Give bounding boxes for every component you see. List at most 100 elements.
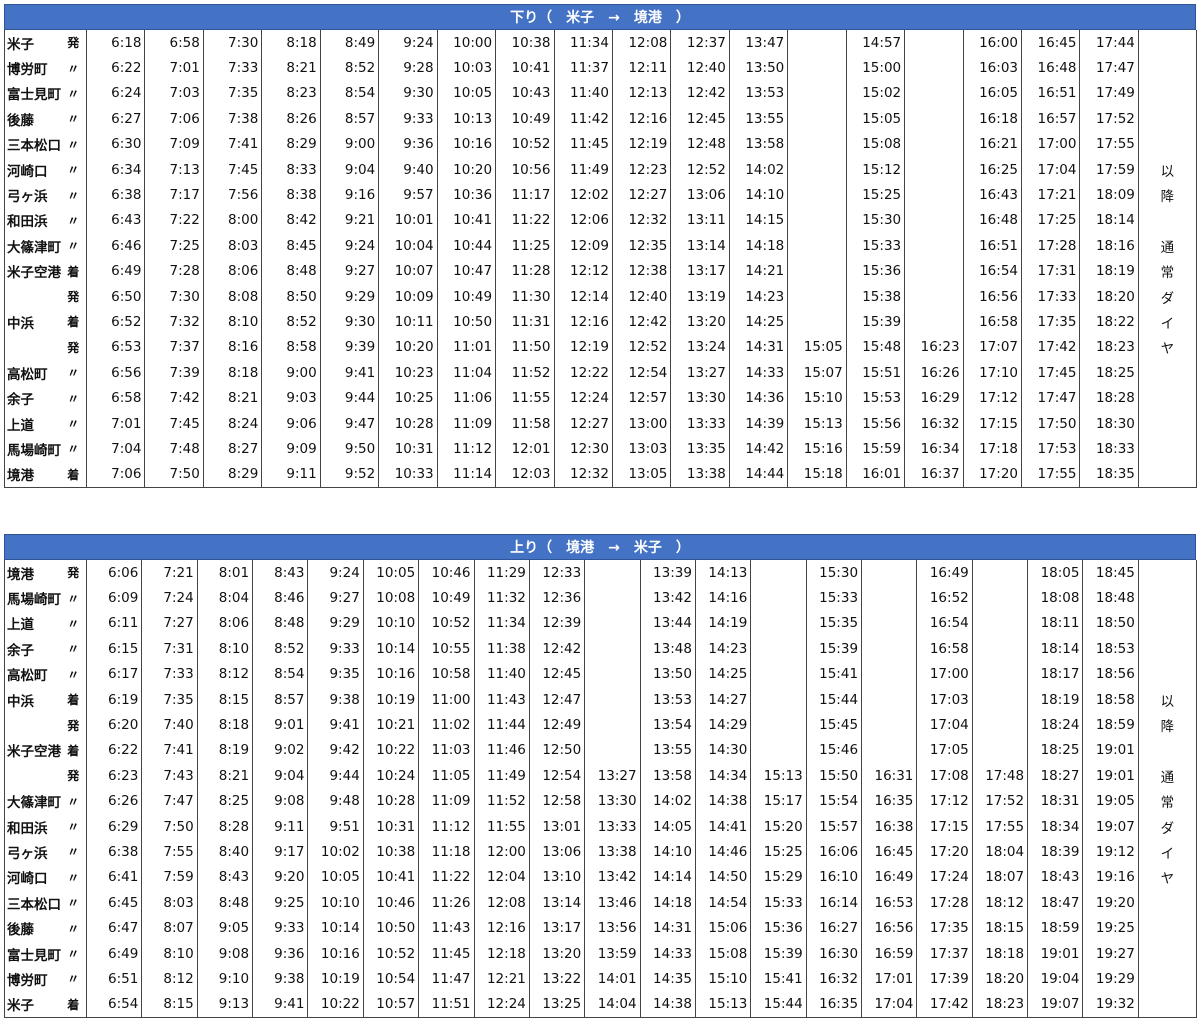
time-cell: 7:09 bbox=[144, 131, 204, 157]
time-cell: 16:10 bbox=[805, 864, 862, 891]
time-cell: 8:12 bbox=[196, 661, 253, 687]
arrive-depart-mark: 〃 bbox=[67, 163, 80, 178]
time-cell: 10:24 bbox=[362, 763, 419, 789]
time-cell bbox=[584, 686, 641, 713]
time-cell: 18:09 bbox=[1079, 182, 1139, 208]
time-cell: 14:14 bbox=[639, 864, 696, 891]
time-cell: 19:27 bbox=[1082, 940, 1139, 967]
time-cell: 11:55 bbox=[495, 385, 554, 411]
time-cell: 17:01 bbox=[861, 966, 917, 992]
time-cell: 18:24 bbox=[1027, 712, 1083, 738]
time-cell: 8:48 bbox=[261, 258, 321, 284]
note-cell: イ bbox=[1137, 839, 1197, 865]
arrive-depart-mark: 〃 bbox=[67, 794, 80, 809]
time-cell: 14:35 bbox=[639, 966, 696, 992]
time-cell: 9:02 bbox=[252, 737, 308, 764]
time-cell: 18:16 bbox=[1079, 233, 1139, 259]
time-cell: 9:44 bbox=[307, 763, 364, 789]
time-cell: 12:13 bbox=[611, 80, 671, 107]
time-cell: 18:05 bbox=[1027, 560, 1083, 586]
table-row: 米子空港着 6:22 7:41 8:19 9:02 9:42 10:22 11:03 11:46… bbox=[5, 737, 1197, 764]
time-cell: 15:25 bbox=[750, 839, 807, 865]
time-cell: 18:31 bbox=[1027, 788, 1083, 814]
time-cell: 15:08 bbox=[694, 940, 751, 967]
time-cell: 13:53 bbox=[728, 80, 788, 107]
time-cell: 15:00 bbox=[845, 55, 905, 81]
table-row: 中浜着 6:52 7:32 8:10 8:52 9:30 10:11 10:50 11:31 12… bbox=[5, 309, 1197, 335]
time-cell: 10:21 bbox=[362, 712, 419, 738]
time-cell: 6:58 bbox=[85, 385, 145, 411]
time-cell: 11:26 bbox=[418, 890, 475, 916]
time-cell: 15:10 bbox=[787, 385, 847, 411]
time-cell: 13:58 bbox=[639, 763, 696, 789]
time-cell: 14:30 bbox=[694, 737, 751, 764]
time-cell bbox=[584, 661, 641, 687]
station-name: 中浜 bbox=[7, 693, 34, 710]
timetable-up-title: 上り（ 境港 → 米子 ） bbox=[4, 534, 1196, 560]
time-cell: 9:41 bbox=[252, 991, 308, 1018]
time-cell: 19:07 bbox=[1027, 991, 1083, 1018]
arrive-depart-mark: 着 bbox=[60, 461, 87, 489]
time-cell: 15:39 bbox=[845, 309, 905, 335]
time-cell: 10:52 bbox=[362, 940, 419, 967]
time-cell: 18:17 bbox=[1027, 661, 1083, 687]
time-cell: 11:09 bbox=[418, 788, 475, 814]
time-cell: 13:17 bbox=[670, 258, 730, 284]
time-cell: 18:23 bbox=[1079, 334, 1139, 361]
time-cell: 17:55 bbox=[1079, 131, 1139, 157]
time-cell: 14:16 bbox=[694, 585, 751, 611]
time-cell: 6:38 bbox=[85, 182, 145, 208]
time-cell: 6:19 bbox=[85, 686, 142, 713]
time-cell: 9:33 bbox=[307, 636, 364, 662]
time-cell: 12:06 bbox=[553, 207, 613, 234]
time-cell: 19:01 bbox=[1082, 737, 1139, 764]
time-cell: 8:03 bbox=[141, 890, 198, 916]
time-cell: 13:30 bbox=[670, 385, 730, 411]
time-cell: 17:05 bbox=[916, 737, 973, 764]
time-cell: 16:45 bbox=[1020, 30, 1080, 56]
time-cell: 11:45 bbox=[418, 940, 475, 967]
time-cell: 18:50 bbox=[1082, 610, 1139, 637]
station-name: 上道 bbox=[7, 617, 34, 634]
time-cell: 17:21 bbox=[1020, 182, 1080, 208]
table-row: 発 6:53 7:37 8:16 8:58 9:39 10:20 11:01 11:50 12:1… bbox=[5, 334, 1197, 361]
time-cell: 10:38 bbox=[495, 30, 554, 56]
time-cell: 10:33 bbox=[378, 461, 438, 489]
time-cell: 10:14 bbox=[307, 915, 364, 941]
time-cell: 13:55 bbox=[639, 737, 696, 764]
time-cell: 8:12 bbox=[141, 966, 198, 992]
time-cell: 19:12 bbox=[1082, 839, 1139, 865]
note-cell: 通 bbox=[1137, 763, 1197, 789]
note-cell bbox=[1137, 915, 1197, 941]
time-cell: 11:44 bbox=[473, 712, 530, 738]
time-cell: 14:18 bbox=[728, 233, 788, 259]
time-cell: 12:50 bbox=[528, 737, 585, 764]
time-cell: 10:49 bbox=[436, 283, 496, 310]
time-cell: 9:40 bbox=[378, 156, 438, 183]
time-cell: 13:10 bbox=[528, 864, 585, 891]
time-cell: 18:30 bbox=[1079, 410, 1139, 437]
time-cell: 11:17 bbox=[495, 182, 554, 208]
note-cell bbox=[1137, 940, 1197, 967]
time-cell: 7:24 bbox=[141, 585, 198, 611]
time-cell: 18:19 bbox=[1079, 258, 1139, 284]
time-cell: 10:13 bbox=[436, 106, 496, 132]
time-cell: 10:07 bbox=[378, 258, 438, 284]
time-cell: 17:31 bbox=[1020, 258, 1080, 284]
time-cell: 14:02 bbox=[639, 788, 696, 814]
time-cell: 11:01 bbox=[436, 334, 496, 361]
time-cell: 12:18 bbox=[473, 940, 530, 967]
time-cell: 10:46 bbox=[418, 560, 475, 586]
time-cell bbox=[787, 283, 847, 310]
time-cell: 14:15 bbox=[728, 207, 788, 234]
table-row: 上道 〃 7:01 7:45 8:24 9:06 9:47 10:28 11:09 11:58 12… bbox=[5, 410, 1197, 437]
time-cell: 17:48 bbox=[971, 763, 1028, 789]
timetable-up-table: 境港発 6:06 7:21 8:01 8:43 9:24 10:05 10:46 11:29 12… bbox=[4, 560, 1197, 1018]
time-cell: 9:11 bbox=[261, 461, 321, 489]
time-cell: 15:56 bbox=[845, 410, 905, 437]
time-cell: 13:54 bbox=[639, 712, 696, 738]
table-row: 境港 発 6:06 7:21 8:01 8:43 9:24 10:05 10:46 11:29 12… bbox=[5, 560, 1197, 586]
time-cell: 15:25 bbox=[845, 182, 905, 208]
time-cell: 14:33 bbox=[639, 940, 696, 967]
time-cell: 6:49 bbox=[85, 258, 145, 284]
